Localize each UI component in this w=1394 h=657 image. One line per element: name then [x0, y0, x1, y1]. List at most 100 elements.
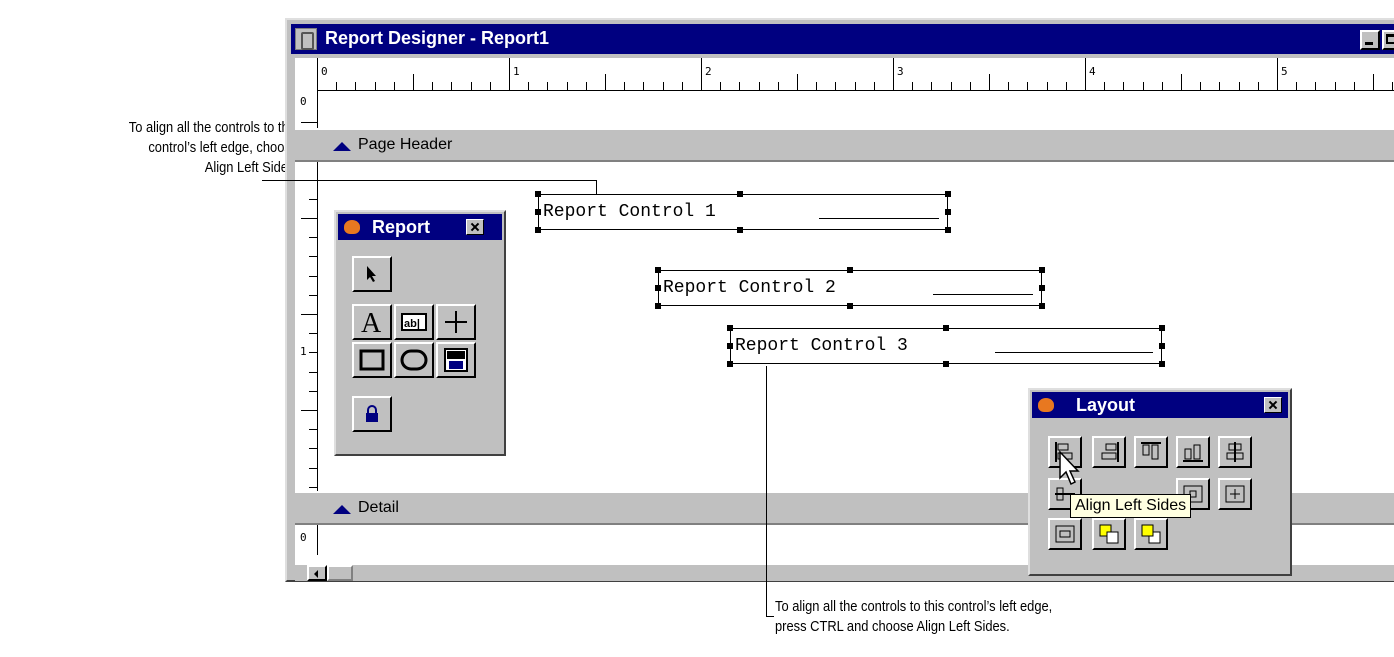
ruler-tick	[950, 82, 952, 90]
label-tool-button[interactable]: A	[352, 304, 392, 340]
ruler-tick	[989, 74, 990, 90]
ruler-tick	[720, 82, 722, 90]
align-bottom-icon	[1183, 444, 1203, 462]
send-to-back-button[interactable]	[1134, 518, 1168, 550]
collapse-triangle-icon[interactable]	[333, 142, 351, 151]
callout-top-line-1: To align all the controls to this	[128, 119, 298, 136]
ruler-tick	[797, 74, 798, 90]
bring-to-front-button[interactable]	[1092, 518, 1126, 550]
ruler-h-label-5: 5	[1281, 65, 1288, 78]
report-designer-app-icon[interactable]	[295, 28, 317, 50]
report-control-2[interactable]: Report Control 2	[658, 270, 1042, 306]
align-right-icon	[1101, 442, 1119, 462]
ruler-tick	[309, 294, 317, 296]
align-vertical-centers-button[interactable]	[1218, 436, 1252, 468]
ruler-tick	[301, 122, 317, 123]
rectangle-tool-button[interactable]	[352, 342, 392, 378]
callout-top-line-2: control’s left edge, choose	[148, 139, 298, 156]
close-icon[interactable]	[466, 219, 484, 235]
ruler-tick	[1085, 58, 1086, 90]
field-icon: ab|	[401, 313, 427, 331]
callout-top: To align all the controls to this contro…	[42, 118, 298, 178]
ruler-tick	[893, 58, 894, 90]
center-vertical-icon	[1226, 442, 1244, 462]
label-icon: A	[361, 309, 382, 335]
line-tool-button[interactable]	[436, 304, 476, 340]
ruler-tick	[309, 486, 317, 488]
leader-line-bottom	[766, 366, 767, 616]
svg-text:A: A	[361, 309, 382, 335]
ruler-tick	[1046, 82, 1048, 90]
report-controls-toolbar: Report A ab|	[334, 210, 506, 456]
scroll-left-arrow-icon[interactable]	[307, 565, 327, 581]
ruler-tick	[301, 218, 317, 219]
ruler-tick	[355, 82, 357, 90]
ruler-tick	[854, 82, 856, 90]
ruler-tick	[301, 314, 317, 315]
minimize-button[interactable]	[1360, 30, 1380, 50]
ole-bound-tool-button[interactable]	[436, 342, 476, 378]
ruler-tick	[393, 82, 395, 90]
ruler-tick	[1008, 82, 1010, 90]
callout-bottom: To align all the controls to this contro…	[775, 597, 1052, 637]
ruler-tick	[309, 275, 317, 277]
ruler-tick	[413, 74, 414, 90]
center-vertically-button[interactable]	[1048, 518, 1082, 550]
pointer-tool-button[interactable]	[352, 256, 392, 292]
ruler-tick	[701, 58, 702, 90]
report-control-3[interactable]: Report Control 3	[730, 328, 1162, 364]
lock-tool-button[interactable]	[352, 396, 392, 432]
ruler-tick	[309, 198, 317, 200]
center-vertically-icon	[1055, 525, 1075, 543]
ruler-tick	[509, 58, 510, 90]
report-control-1[interactable]: Report Control 1	[538, 194, 948, 230]
ruler-tick	[1219, 82, 1221, 90]
ruler-tick	[1142, 82, 1144, 90]
ruler-tick	[681, 82, 683, 90]
ruler-tick	[662, 82, 664, 90]
ruler-tick	[374, 82, 376, 90]
ruler-tick	[1353, 82, 1355, 90]
report-toolbar-title-bar[interactable]: Report	[338, 214, 502, 240]
rounded-rectangle-tool-button[interactable]	[394, 342, 434, 378]
ruler-tick	[931, 82, 933, 90]
layout-toolbar-title-bar[interactable]: Layout	[1032, 392, 1288, 418]
align-bottom-edges-button[interactable]	[1176, 436, 1210, 468]
arrow-pointer-icon	[367, 266, 376, 282]
send-to-back-icon	[1141, 524, 1161, 544]
ruler-tick	[301, 410, 317, 411]
ruler-tick	[1392, 82, 1394, 90]
ruler-tick	[969, 82, 971, 90]
ruler-tick	[605, 74, 606, 90]
svg-text:ab|: ab|	[404, 318, 420, 330]
align-top-edges-button[interactable]	[1134, 436, 1168, 468]
align-right-sides-button[interactable]	[1092, 436, 1126, 468]
ruler-tick	[1334, 82, 1336, 90]
ruler-tick	[1161, 82, 1163, 90]
close-icon[interactable]	[1264, 397, 1282, 413]
callout-top-line-3: Align Left Sides.	[204, 159, 298, 176]
lock-icon	[366, 405, 378, 422]
ruler-tick	[816, 82, 818, 90]
field-tool-button[interactable]: ab|	[394, 304, 434, 340]
scroll-thumb[interactable]	[327, 565, 353, 581]
ruler-tick	[1123, 82, 1125, 90]
ruler-tick	[1065, 82, 1067, 90]
ruler-tick	[566, 82, 568, 90]
ruler-tick	[309, 371, 317, 373]
title-bar[interactable]: Report Designer - Report1	[291, 24, 1394, 54]
ruler-h-label-2: 2	[705, 65, 712, 78]
ruler-tick	[432, 82, 434, 90]
ruler-tick	[309, 429, 317, 431]
ruler-h-label-3: 3	[897, 65, 904, 78]
maximize-button[interactable]	[1382, 30, 1394, 50]
ruler-v-label-1: 1	[300, 345, 307, 358]
ruler-tick	[758, 82, 760, 90]
ruler-tick	[1296, 82, 1298, 90]
center-horizontally-button[interactable]	[1218, 478, 1252, 510]
tooltip: Align Left Sides	[1070, 494, 1192, 518]
collapse-triangle-icon[interactable]	[333, 505, 351, 514]
page-header-band[interactable]: Page Header	[295, 128, 1394, 162]
ruler-h-label-1: 1	[513, 65, 520, 78]
ruler-tick	[739, 82, 741, 90]
